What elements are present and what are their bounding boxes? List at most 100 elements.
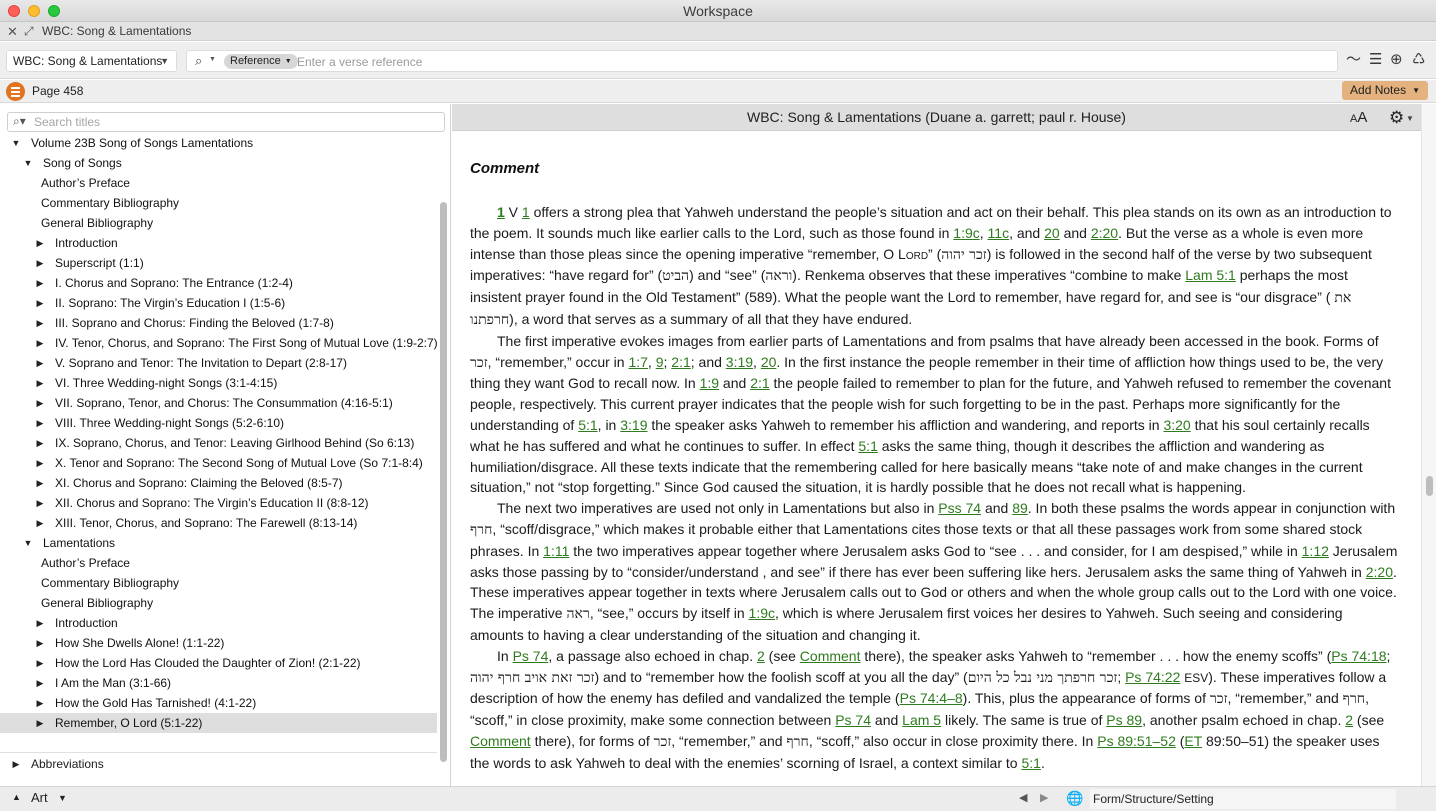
chevron-right-icon[interactable]: ▶ (35, 273, 45, 293)
chevron-down-icon[interactable]: ▼ (58, 793, 67, 803)
toc-item[interactable]: ▶ XIII. Tenor, Chorus, and Soprano: The F… (0, 513, 437, 533)
chevron-right-icon[interactable]: ▶ (35, 713, 45, 733)
tab-title[interactable]: WBC: Song & Lamentations (42, 22, 191, 41)
toc-item[interactable]: Author’s Preface (0, 173, 437, 193)
verse-link[interactable]: 1 (522, 204, 530, 220)
toc-item[interactable]: Commentary Bibliography (0, 193, 437, 213)
toc-item[interactable]: ▶ Introduction (0, 233, 437, 253)
chevron-right-icon[interactable]: ▶ (35, 473, 45, 493)
verse-link[interactable]: Ps 74 (835, 712, 871, 728)
toc-item[interactable]: ▶ VI. Three Wedding-night Songs (3:1-4:15… (0, 373, 437, 393)
chevron-down-icon[interactable]: ▼ (1406, 105, 1414, 132)
toc-item[interactable]: ▶ XII. Chorus and Soprano: The Virgin’s E… (0, 493, 437, 513)
expand-icon[interactable]: ⤢ (24, 22, 34, 41)
add-circle-icon[interactable]: ⊕ (1390, 51, 1403, 69)
verse-link[interactable]: Ps 89 (1106, 712, 1142, 728)
window-close-button[interactable] (8, 5, 20, 17)
search-titles-input[interactable] (34, 114, 434, 130)
sidebar-scrollbar-thumb[interactable] (440, 202, 447, 762)
verse-link[interactable]: Lam 5:1 (1185, 267, 1236, 283)
verse-link[interactable]: 1:9c (953, 225, 979, 241)
chevron-right-icon[interactable]: ▶ (35, 673, 45, 693)
toc-item[interactable]: Commentary Bibliography (0, 573, 437, 593)
verse-link[interactable]: 1:11 (543, 543, 569, 559)
chevron-right-icon[interactable]: ▶ (35, 373, 45, 393)
verse-link[interactable]: Ps 74:18 (1331, 648, 1386, 664)
resource-select[interactable]: WBC: Song & Lamentations ▼ (6, 50, 177, 72)
verse-link[interactable]: 1:9 (700, 375, 719, 391)
toc-item[interactable]: ▼ Volume 23B Song of Songs Lamentations (0, 135, 437, 153)
verse-link[interactable]: Ps 74 (513, 648, 549, 664)
window-minimize-button[interactable] (28, 5, 40, 17)
verse-link[interactable]: 20 (761, 354, 777, 370)
toc-item[interactable]: General Bibliography (0, 593, 437, 613)
chevron-right-icon[interactable]: ▶ (35, 353, 45, 373)
toc-item[interactable]: ▶ IX. Soprano, Chorus, and Tenor: Leaving… (0, 433, 437, 453)
next-section-icon[interactable]: ▶ (1040, 791, 1048, 804)
verse-link[interactable]: 20 (1044, 225, 1060, 241)
verse-link[interactable]: Ps 74:4–8 (900, 690, 963, 706)
chevron-right-icon[interactable]: ▶ (35, 633, 45, 653)
chevron-right-icon[interactable]: ▶ (35, 453, 45, 473)
verse-link[interactable]: ET (1184, 733, 1202, 749)
timeline-icon[interactable]: 〜 (1346, 51, 1361, 69)
toc-item[interactable]: ▶ X. Tenor and Soprano: The Second Song o… (0, 453, 437, 473)
chevron-right-icon[interactable]: ▶ (35, 513, 45, 533)
search-icon[interactable]: ⌕ (195, 53, 202, 69)
verse-link[interactable]: 3:19 (726, 354, 753, 370)
globe-icon[interactable]: 🌐 (1066, 790, 1083, 807)
verse-link[interactable]: 3:20 (1163, 417, 1190, 433)
window-zoom-button[interactable] (48, 5, 60, 17)
verse-link[interactable]: 9 (656, 354, 664, 370)
chevron-down-icon[interactable]: ▼ (23, 153, 33, 173)
chevron-down-icon[interactable]: ▼ (11, 135, 21, 153)
reference-type-chip[interactable]: Reference ▼ (224, 54, 298, 69)
verse-link[interactable]: 2:20 (1366, 564, 1393, 580)
chevron-right-icon[interactable]: ▶ (35, 333, 45, 353)
chevron-down-icon[interactable]: ▼ (209, 56, 216, 63)
previous-section-icon[interactable]: ◀ (1019, 791, 1027, 804)
verse-link[interactable]: 11c (988, 225, 1010, 241)
verse-link[interactable]: Lam 5 (902, 712, 941, 728)
toc-item[interactable]: ▶ IV. Tenor, Chorus, and Soprano: The Fir… (0, 333, 437, 353)
toc-item[interactable]: ▶ Superscript (1:1) (0, 253, 437, 273)
toc-item[interactable]: ▶ How the Gold Has Tarnished! (4:1-22) (0, 693, 437, 713)
verse-link[interactable]: 2:1 (750, 375, 769, 391)
toc-item[interactable]: Author’s Preface (0, 553, 437, 573)
verse-link[interactable]: 2:20 (1091, 225, 1118, 241)
comment-link[interactable]: Comment (800, 648, 861, 664)
table-of-contents-icon[interactable] (6, 82, 25, 101)
verse-link[interactable]: Pss 74 (938, 500, 981, 516)
toc-item[interactable]: ▶ Remember, O Lord (5:1-22) (0, 713, 437, 733)
chevron-right-icon[interactable]: ▶ (35, 493, 45, 513)
verse-link[interactable]: 5:1 (578, 417, 597, 433)
chevron-up-icon[interactable]: ▲ (12, 792, 21, 802)
text-size-icon[interactable]: AA (1350, 104, 1367, 133)
current-section[interactable]: Form/Structure/Setting (1090, 789, 1396, 809)
verse-link[interactable]: 1:9c (749, 605, 775, 621)
verse-link[interactable]: 3:19 (620, 417, 647, 433)
toc-item[interactable]: ▶ How She Dwells Alone! (1:1-22) (0, 633, 437, 653)
recycle-icon[interactable]: ♺ (1412, 51, 1425, 69)
toc-item[interactable]: ▶ Introduction (0, 613, 437, 633)
add-notes-button[interactable]: Add Notes ▼ (1342, 81, 1428, 100)
toc-item[interactable]: ▼ Song of Songs (0, 153, 437, 173)
verse-link[interactable]: 5:1 (1021, 755, 1040, 771)
chevron-right-icon[interactable]: ▶ (35, 253, 45, 273)
chevron-down-icon[interactable]: ▼ (23, 533, 33, 553)
toc-item[interactable]: General Bibliography (0, 213, 437, 233)
chevron-right-icon[interactable]: ▶ (35, 313, 45, 333)
chevron-right-icon[interactable]: ▶ (35, 293, 45, 313)
chevron-right-icon[interactable]: ▶ (11, 753, 21, 775)
verse-reference-input[interactable] (297, 53, 1327, 70)
toc-item[interactable]: ▶ II. Soprano: The Virgin’s Education I (… (0, 293, 437, 313)
toc-item[interactable]: ▶ How the Lord Has Clouded the Daughter o… (0, 653, 437, 673)
document-scrollbar-thumb[interactable] (1426, 476, 1433, 496)
verse-link[interactable]: 2:1 (671, 354, 690, 370)
chevron-right-icon[interactable]: ▶ (35, 613, 45, 633)
chevron-right-icon[interactable]: ▶ (35, 393, 45, 413)
verse-link[interactable]: Ps 89:51–52 (1097, 733, 1176, 749)
verse-link[interactable]: 2 (757, 648, 765, 664)
toc-item[interactable]: ▶ VII. Soprano, Tenor, and Chorus: The Co… (0, 393, 437, 413)
chevron-right-icon[interactable]: ▶ (35, 413, 45, 433)
